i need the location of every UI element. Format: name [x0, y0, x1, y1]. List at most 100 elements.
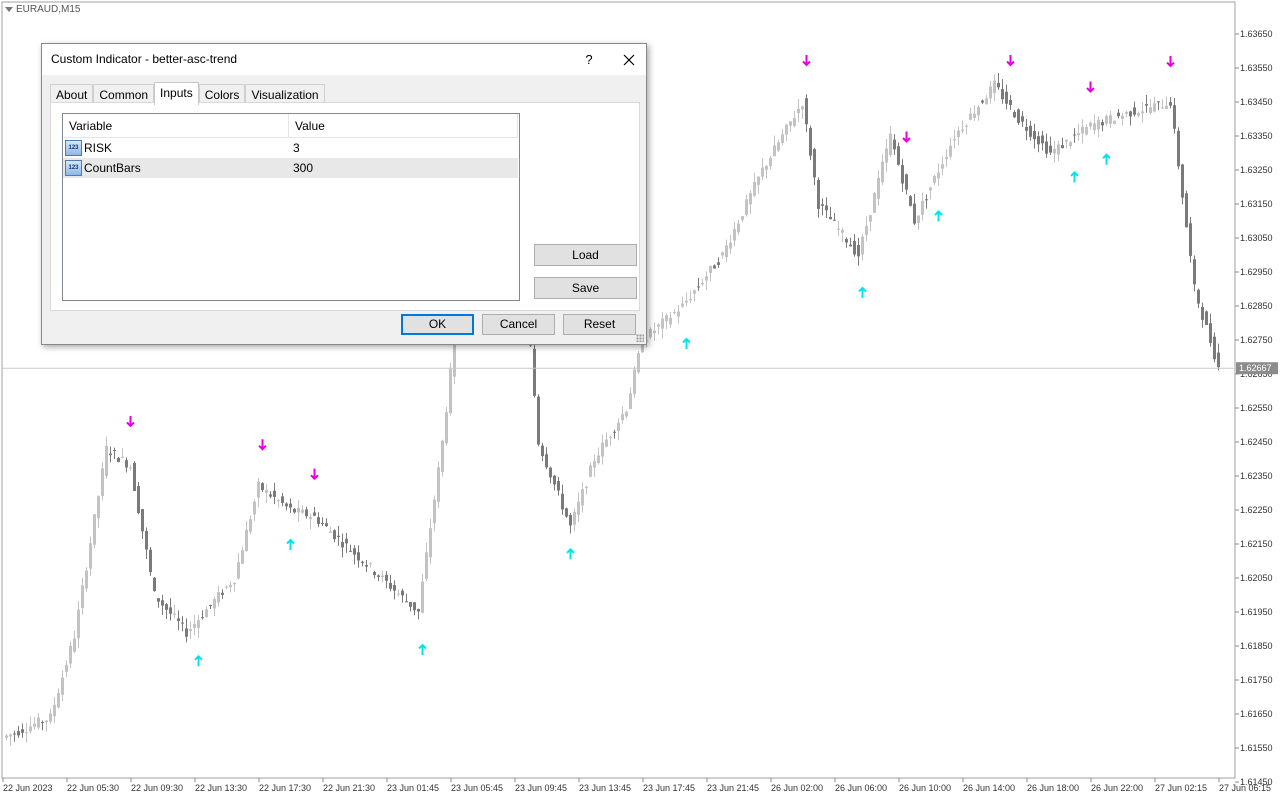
- close-button[interactable]: [612, 44, 646, 75]
- chevron-down-icon[interactable]: [5, 7, 13, 12]
- variable-value[interactable]: 300: [293, 161, 313, 175]
- table-row[interactable]: 123 RISK 3: [63, 138, 518, 158]
- cancel-button[interactable]: Cancel: [482, 314, 555, 335]
- candle: [441, 439, 444, 477]
- dialog-titlebar[interactable]: Custom Indicator - better-asc-trend ?: [42, 44, 646, 75]
- price-axis-label: 1.63250: [1240, 165, 1273, 175]
- time-axis-label: 22 Jun 21:30: [323, 783, 375, 793]
- symbol-label: EURAUD,M15: [16, 4, 81, 15]
- tab-inputs[interactable]: Inputs: [154, 82, 199, 105]
- price-axis-label: 1.63350: [1240, 131, 1273, 141]
- candle: [445, 406, 448, 446]
- price-axis-label: 1.61550: [1240, 743, 1273, 753]
- price-axis-label: 1.62350: [1240, 471, 1273, 481]
- custom-indicator-dialog: Custom Indicator - better-asc-trend ? Ab…: [41, 43, 647, 345]
- current-price-label: 1.62667: [1239, 363, 1272, 373]
- price-axis-label: 1.61750: [1240, 675, 1273, 685]
- time-axis-label: 27 Jun 06:15: [1219, 783, 1271, 793]
- price-axis-label: 1.62250: [1240, 505, 1273, 515]
- tab-colors[interactable]: Colors: [198, 84, 246, 104]
- tab-about[interactable]: About: [50, 84, 94, 104]
- candle: [449, 362, 452, 416]
- help-button[interactable]: ?: [566, 44, 612, 75]
- inputs-table[interactable]: Variable Value 123 RISK 3 123 CountBars …: [62, 113, 520, 301]
- time-axis-label: 22 Jun 05:30: [67, 783, 119, 793]
- column-divider[interactable]: [288, 114, 289, 137]
- candle: [909, 195, 912, 207]
- table-row[interactable]: 123 CountBars 300: [63, 158, 518, 178]
- time-axis-label: 23 Jun 21:45: [707, 783, 759, 793]
- price-axis-label: 1.62950: [1240, 267, 1273, 277]
- candle: [633, 365, 636, 398]
- price-axis-label: 1.62150: [1240, 539, 1273, 549]
- help-icon: ?: [585, 52, 593, 67]
- column-header-variable[interactable]: Variable: [69, 119, 112, 133]
- time-axis-label: 23 Jun 17:45: [643, 783, 695, 793]
- candle: [1113, 120, 1116, 125]
- candle: [85, 567, 88, 593]
- tab-common[interactable]: Common: [93, 84, 155, 104]
- tab-visualization[interactable]: Visualization: [245, 84, 325, 104]
- variable-value[interactable]: 3: [293, 141, 300, 155]
- time-axis-label: 26 Jun 10:00: [899, 783, 951, 793]
- time-axis-label: 22 Jun 09:30: [131, 783, 183, 793]
- integer-type-icon: 123: [65, 140, 82, 156]
- candle: [149, 546, 152, 576]
- save-button[interactable]: Save: [534, 277, 637, 299]
- price-axis-label: 1.63050: [1240, 233, 1273, 243]
- integer-type-icon: 123: [65, 160, 82, 176]
- time-axis-label: 23 Jun 13:45: [579, 783, 631, 793]
- price-axis-label: 1.63650: [1240, 29, 1273, 39]
- candle: [565, 507, 568, 518]
- candle: [153, 576, 156, 592]
- price-axis-label: 1.61650: [1240, 709, 1273, 719]
- time-axis-label: 23 Jun 05:45: [451, 783, 503, 793]
- variable-name: CountBars: [84, 161, 141, 175]
- variable-name: RISK: [84, 141, 113, 155]
- price-axis-label: 1.63450: [1240, 97, 1273, 107]
- current-price-tag: 1.62667: [1236, 362, 1278, 375]
- price-axis-label: 1.62450: [1240, 437, 1273, 447]
- price-axis-label: 1.61950: [1240, 607, 1273, 617]
- candle: [1205, 310, 1208, 326]
- ok-button[interactable]: OK: [401, 314, 474, 335]
- dialog-tabs: About Common Inputs Colors Visualization: [50, 82, 325, 105]
- price-axis-label: 1.62550: [1240, 403, 1273, 413]
- candle: [537, 394, 540, 447]
- candle: [1177, 127, 1180, 170]
- candle: [1189, 216, 1192, 263]
- dialog-title: Custom Indicator - better-asc-trend: [51, 52, 238, 66]
- resize-grip-icon[interactable]: [636, 334, 644, 342]
- candle: [533, 344, 536, 398]
- table-header: Variable Value: [63, 114, 518, 138]
- price-axis-label: 1.61850: [1240, 641, 1273, 651]
- time-axis-label: 23 Jun 01:45: [387, 783, 439, 793]
- time-axis-label: 27 Jun 02:15: [1155, 783, 1207, 793]
- price-axis-label: 1.63550: [1240, 63, 1273, 73]
- time-axis-label: 23 Jun 09:45: [515, 783, 567, 793]
- candle: [873, 191, 876, 214]
- load-button[interactable]: Load: [534, 244, 637, 266]
- price-axis-label: 1.62850: [1240, 301, 1273, 311]
- price-axis-label: 1.62750: [1240, 335, 1273, 345]
- price-axis-label: 1.63150: [1240, 199, 1273, 209]
- column-header-value[interactable]: Value: [295, 119, 325, 133]
- time-axis-label: 22 Jun 2023: [3, 783, 53, 793]
- close-icon: [623, 54, 635, 65]
- candle: [93, 514, 96, 549]
- candle: [637, 350, 640, 374]
- time-axis-label: 26 Jun 06:00: [835, 783, 887, 793]
- time-axis-label: 26 Jun 14:00: [963, 783, 1015, 793]
- candle: [1017, 108, 1020, 125]
- time-axis-label: 26 Jun 18:00: [1027, 783, 1079, 793]
- time-axis-label: 26 Jun 22:00: [1091, 783, 1143, 793]
- time-axis-label: 22 Jun 13:30: [195, 783, 247, 793]
- candle: [133, 461, 136, 492]
- column-divider[interactable]: [517, 114, 518, 137]
- candle: [809, 125, 812, 161]
- price-axis: 1.63650 1.63550 1.63450 1.63350 1.63250 1.631…: [1235, 29, 1273, 787]
- inputs-panel: Variable Value 123 RISK 3 123 CountBars …: [50, 102, 640, 311]
- chart-symbol-title[interactable]: EURAUD,M15: [5, 4, 80, 15]
- price-axis-label: 1.62050: [1240, 573, 1273, 583]
- reset-button[interactable]: Reset: [563, 314, 636, 335]
